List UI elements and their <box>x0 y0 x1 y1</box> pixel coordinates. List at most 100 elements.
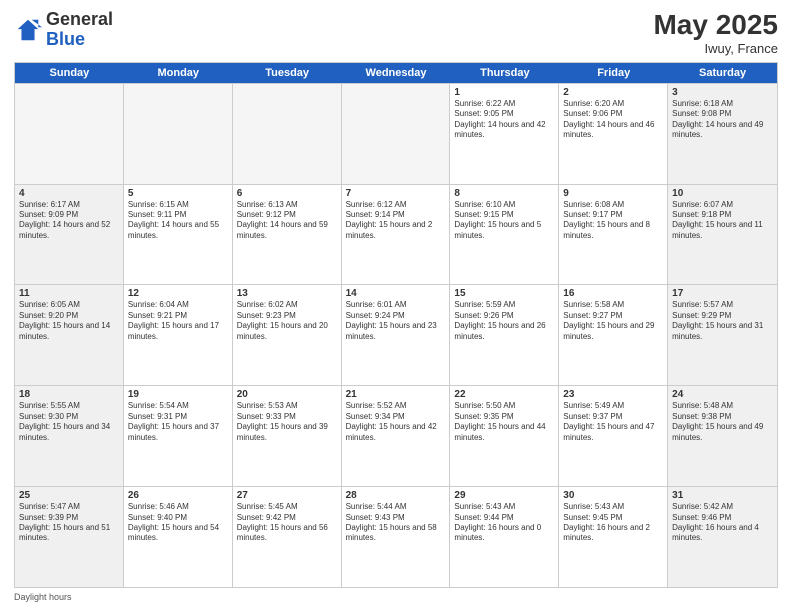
calendar-cell-w3-d5: 23Sunrise: 5:49 AM Sunset: 9:37 PM Dayli… <box>559 386 668 486</box>
calendar-cell-w2-d2: 13Sunrise: 6:02 AM Sunset: 9:23 PM Dayli… <box>233 285 342 385</box>
cell-info: Sunrise: 6:07 AM Sunset: 9:18 PM Dayligh… <box>672 200 773 242</box>
calendar-cell-w3-d0: 18Sunrise: 5:55 AM Sunset: 9:30 PM Dayli… <box>15 386 124 486</box>
cell-info: Sunrise: 6:15 AM Sunset: 9:11 PM Dayligh… <box>128 200 228 242</box>
day-number: 10 <box>672 188 773 199</box>
cell-info: Sunrise: 5:54 AM Sunset: 9:31 PM Dayligh… <box>128 401 228 443</box>
calendar-cell-w4-d3: 28Sunrise: 5:44 AM Sunset: 9:43 PM Dayli… <box>342 487 451 587</box>
day-number: 24 <box>672 389 773 400</box>
weekday-header-tuesday: Tuesday <box>233 63 342 83</box>
calendar-cell-w4-d5: 30Sunrise: 5:43 AM Sunset: 9:45 PM Dayli… <box>559 487 668 587</box>
cell-info: Sunrise: 5:46 AM Sunset: 9:40 PM Dayligh… <box>128 502 228 544</box>
calendar-cell-w2-d6: 17Sunrise: 5:57 AM Sunset: 9:29 PM Dayli… <box>668 285 777 385</box>
day-number: 27 <box>237 490 337 501</box>
day-number: 11 <box>19 288 119 299</box>
day-number: 16 <box>563 288 663 299</box>
day-number: 6 <box>237 188 337 199</box>
calendar-cell-w2-d4: 15Sunrise: 5:59 AM Sunset: 9:26 PM Dayli… <box>450 285 559 385</box>
month-year: May 2025 <box>653 10 778 41</box>
calendar-cell-w3-d1: 19Sunrise: 5:54 AM Sunset: 9:31 PM Dayli… <box>124 386 233 486</box>
calendar-cell-w4-d0: 25Sunrise: 5:47 AM Sunset: 9:39 PM Dayli… <box>15 487 124 587</box>
cell-info: Sunrise: 6:08 AM Sunset: 9:17 PM Dayligh… <box>563 200 663 242</box>
cell-info: Sunrise: 5:45 AM Sunset: 9:42 PM Dayligh… <box>237 502 337 544</box>
calendar-cell-w2-d1: 12Sunrise: 6:04 AM Sunset: 9:21 PM Dayli… <box>124 285 233 385</box>
location: Iwuy, France <box>653 41 778 56</box>
calendar-cell-w1-d6: 10Sunrise: 6:07 AM Sunset: 9:18 PM Dayli… <box>668 185 777 285</box>
calendar-cell-w1-d2: 6Sunrise: 6:13 AM Sunset: 9:12 PM Daylig… <box>233 185 342 285</box>
day-number: 2 <box>563 87 663 98</box>
weekday-header-friday: Friday <box>559 63 668 83</box>
cell-info: Sunrise: 6:01 AM Sunset: 9:24 PM Dayligh… <box>346 300 446 342</box>
calendar-cell-w1-d0: 4Sunrise: 6:17 AM Sunset: 9:09 PM Daylig… <box>15 185 124 285</box>
calendar-row-3: 18Sunrise: 5:55 AM Sunset: 9:30 PM Dayli… <box>15 385 777 486</box>
calendar-cell-w2-d5: 16Sunrise: 5:58 AM Sunset: 9:27 PM Dayli… <box>559 285 668 385</box>
cell-info: Sunrise: 6:05 AM Sunset: 9:20 PM Dayligh… <box>19 300 119 342</box>
calendar-cell-w0-d1 <box>124 84 233 184</box>
cell-info: Sunrise: 5:57 AM Sunset: 9:29 PM Dayligh… <box>672 300 773 342</box>
calendar-cell-w1-d1: 5Sunrise: 6:15 AM Sunset: 9:11 PM Daylig… <box>124 185 233 285</box>
calendar-cell-w0-d4: 1Sunrise: 6:22 AM Sunset: 9:05 PM Daylig… <box>450 84 559 184</box>
day-number: 22 <box>454 389 554 400</box>
day-number: 4 <box>19 188 119 199</box>
day-number: 8 <box>454 188 554 199</box>
cell-info: Sunrise: 6:10 AM Sunset: 9:15 PM Dayligh… <box>454 200 554 242</box>
calendar-cell-w0-d3 <box>342 84 451 184</box>
title-block: May 2025 Iwuy, France <box>653 10 778 56</box>
calendar-cell-w0-d0 <box>15 84 124 184</box>
cell-info: Sunrise: 5:52 AM Sunset: 9:34 PM Dayligh… <box>346 401 446 443</box>
cell-info: Sunrise: 5:48 AM Sunset: 9:38 PM Dayligh… <box>672 401 773 443</box>
day-number: 30 <box>563 490 663 501</box>
day-number: 23 <box>563 389 663 400</box>
day-number: 21 <box>346 389 446 400</box>
calendar-row-2: 11Sunrise: 6:05 AM Sunset: 9:20 PM Dayli… <box>15 284 777 385</box>
cell-info: Sunrise: 5:49 AM Sunset: 9:37 PM Dayligh… <box>563 401 663 443</box>
day-number: 28 <box>346 490 446 501</box>
calendar-cell-w4-d2: 27Sunrise: 5:45 AM Sunset: 9:42 PM Dayli… <box>233 487 342 587</box>
weekday-header-thursday: Thursday <box>450 63 559 83</box>
weekday-header-wednesday: Wednesday <box>342 63 451 83</box>
day-number: 29 <box>454 490 554 501</box>
day-number: 5 <box>128 188 228 199</box>
calendar-body: 1Sunrise: 6:22 AM Sunset: 9:05 PM Daylig… <box>15 83 777 587</box>
cell-info: Sunrise: 5:47 AM Sunset: 9:39 PM Dayligh… <box>19 502 119 544</box>
cell-info: Sunrise: 6:12 AM Sunset: 9:14 PM Dayligh… <box>346 200 446 242</box>
cell-info: Sunrise: 6:02 AM Sunset: 9:23 PM Dayligh… <box>237 300 337 342</box>
calendar-header: SundayMondayTuesdayWednesdayThursdayFrid… <box>15 63 777 83</box>
logo-text: General Blue <box>46 10 113 50</box>
cell-info: Sunrise: 5:53 AM Sunset: 9:33 PM Dayligh… <box>237 401 337 443</box>
day-number: 18 <box>19 389 119 400</box>
calendar-cell-w3-d6: 24Sunrise: 5:48 AM Sunset: 9:38 PM Dayli… <box>668 386 777 486</box>
weekday-header-sunday: Sunday <box>15 63 124 83</box>
cell-info: Sunrise: 5:43 AM Sunset: 9:45 PM Dayligh… <box>563 502 663 544</box>
cell-info: Sunrise: 6:04 AM Sunset: 9:21 PM Dayligh… <box>128 300 228 342</box>
day-number: 17 <box>672 288 773 299</box>
calendar-cell-w1-d4: 8Sunrise: 6:10 AM Sunset: 9:15 PM Daylig… <box>450 185 559 285</box>
calendar-cell-w3-d2: 20Sunrise: 5:53 AM Sunset: 9:33 PM Dayli… <box>233 386 342 486</box>
cell-info: Sunrise: 5:42 AM Sunset: 9:46 PM Dayligh… <box>672 502 773 544</box>
calendar-row-1: 4Sunrise: 6:17 AM Sunset: 9:09 PM Daylig… <box>15 184 777 285</box>
cell-info: Sunrise: 6:13 AM Sunset: 9:12 PM Dayligh… <box>237 200 337 242</box>
cell-info: Sunrise: 6:18 AM Sunset: 9:08 PM Dayligh… <box>672 99 773 141</box>
logo-general: General <box>46 9 113 29</box>
day-number: 1 <box>454 87 554 98</box>
calendar-row-0: 1Sunrise: 6:22 AM Sunset: 9:05 PM Daylig… <box>15 83 777 184</box>
cell-info: Sunrise: 6:22 AM Sunset: 9:05 PM Dayligh… <box>454 99 554 141</box>
footer-text: Daylight hours <box>14 592 72 602</box>
day-number: 9 <box>563 188 663 199</box>
day-number: 19 <box>128 389 228 400</box>
day-number: 14 <box>346 288 446 299</box>
day-number: 20 <box>237 389 337 400</box>
day-number: 26 <box>128 490 228 501</box>
cell-info: Sunrise: 5:55 AM Sunset: 9:30 PM Dayligh… <box>19 401 119 443</box>
day-number: 15 <box>454 288 554 299</box>
calendar-cell-w4-d4: 29Sunrise: 5:43 AM Sunset: 9:44 PM Dayli… <box>450 487 559 587</box>
page: General Blue May 2025 Iwuy, France Sunda… <box>0 0 792 612</box>
calendar-cell-w4-d6: 31Sunrise: 5:42 AM Sunset: 9:46 PM Dayli… <box>668 487 777 587</box>
calendar-cell-w4-d1: 26Sunrise: 5:46 AM Sunset: 9:40 PM Dayli… <box>124 487 233 587</box>
calendar-cell-w2-d3: 14Sunrise: 6:01 AM Sunset: 9:24 PM Dayli… <box>342 285 451 385</box>
calendar-cell-w1-d5: 9Sunrise: 6:08 AM Sunset: 9:17 PM Daylig… <box>559 185 668 285</box>
logo: General Blue <box>14 10 113 50</box>
day-number: 7 <box>346 188 446 199</box>
logo-icon <box>14 16 42 44</box>
calendar-row-4: 25Sunrise: 5:47 AM Sunset: 9:39 PM Dayli… <box>15 486 777 587</box>
footer: Daylight hours <box>14 592 778 602</box>
